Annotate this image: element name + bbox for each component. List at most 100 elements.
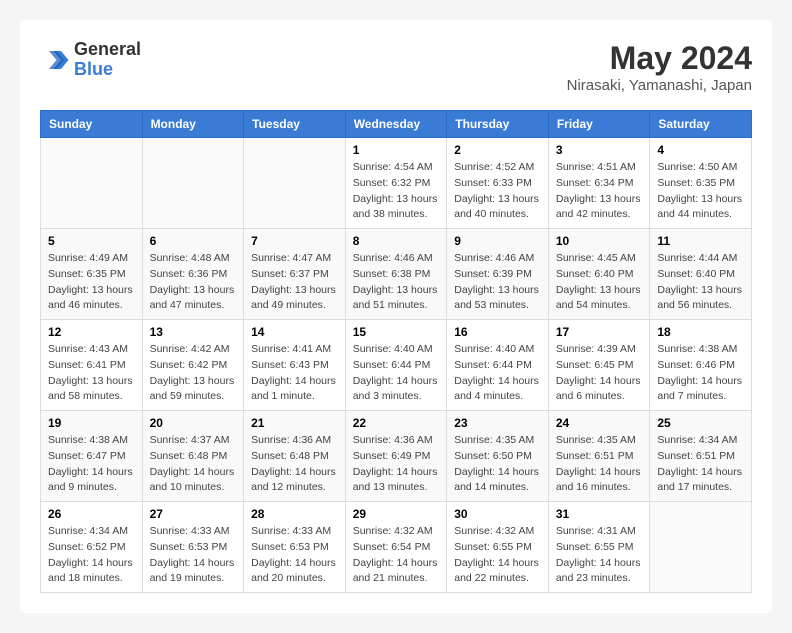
day-number: 5: [48, 234, 135, 248]
day-info: Sunrise: 4:38 AM Sunset: 6:46 PM Dayligh…: [657, 342, 744, 405]
month-title: May 2024: [567, 40, 752, 77]
calendar-cell: 12 Sunrise: 4:43 AM Sunset: 6:41 PM Dayli…: [41, 320, 143, 411]
day-number: 7: [251, 234, 338, 248]
logo-icon: [40, 45, 70, 75]
day-info: Sunrise: 4:35 AM Sunset: 6:50 PM Dayligh…: [454, 433, 541, 496]
day-number: 16: [454, 325, 541, 339]
calendar-cell: [142, 138, 244, 229]
week-row-1: 1Sunrise: 4:54 AM Sunset: 6:32 PM Daylig…: [41, 138, 752, 229]
day-info: Sunrise: 4:33 AM Sunset: 6:53 PM Dayligh…: [150, 524, 237, 587]
weekday-header-row: SundayMondayTuesdayWednesdayThursdayFrid…: [41, 111, 752, 138]
day-number: 19: [48, 416, 135, 430]
calendar-cell: 28 Sunrise: 4:33 AM Sunset: 6:53 PM Dayli…: [244, 502, 346, 593]
calendar-cell: 22 Sunrise: 4:36 AM Sunset: 6:49 PM Dayli…: [345, 411, 447, 502]
logo: General Blue: [40, 40, 141, 80]
logo-text: General Blue: [74, 40, 141, 80]
calendar-cell: 25 Sunrise: 4:34 AM Sunset: 6:51 PM Dayli…: [650, 411, 752, 502]
day-info: Sunrise: 4:36 AM Sunset: 6:49 PM Dayligh…: [353, 433, 440, 496]
day-info: Sunrise: 4:45 AM Sunset: 6:40 PM Dayligh…: [556, 251, 643, 314]
day-number: 20: [150, 416, 237, 430]
day-info: Sunrise: 4:32 AM Sunset: 6:55 PM Dayligh…: [454, 524, 541, 587]
calendar-cell: 2Sunrise: 4:52 AM Sunset: 6:33 PM Daylig…: [447, 138, 549, 229]
day-number: 8: [353, 234, 440, 248]
day-number: 11: [657, 234, 744, 248]
day-info: Sunrise: 4:40 AM Sunset: 6:44 PM Dayligh…: [353, 342, 440, 405]
day-info: Sunrise: 4:51 AM Sunset: 6:34 PM Dayligh…: [556, 160, 643, 223]
day-number: 13: [150, 325, 237, 339]
weekday-header-friday: Friday: [548, 111, 650, 138]
weekday-header-thursday: Thursday: [447, 111, 549, 138]
day-info: Sunrise: 4:36 AM Sunset: 6:48 PM Dayligh…: [251, 433, 338, 496]
logo-general: General: [74, 40, 141, 60]
calendar-cell: 18 Sunrise: 4:38 AM Sunset: 6:46 PM Dayli…: [650, 320, 752, 411]
day-info: Sunrise: 4:47 AM Sunset: 6:37 PM Dayligh…: [251, 251, 338, 314]
day-info: Sunrise: 4:34 AM Sunset: 6:51 PM Dayligh…: [657, 433, 744, 496]
day-number: 3: [556, 143, 643, 157]
day-number: 26: [48, 507, 135, 521]
day-number: 29: [353, 507, 440, 521]
calendar-cell: 26 Sunrise: 4:34 AM Sunset: 6:52 PM Dayli…: [41, 502, 143, 593]
day-number: 4: [657, 143, 744, 157]
calendar-cell: 6Sunrise: 4:48 AM Sunset: 6:36 PM Daylig…: [142, 229, 244, 320]
calendar-cell: 5 Sunrise: 4:49 AM Sunset: 6:35 PM Daylig…: [41, 229, 143, 320]
calendar-cell: 31Sunrise: 4:31 AM Sunset: 6:55 PM Dayli…: [548, 502, 650, 593]
weekday-header-wednesday: Wednesday: [345, 111, 447, 138]
day-info: Sunrise: 4:39 AM Sunset: 6:45 PM Dayligh…: [556, 342, 643, 405]
day-info: Sunrise: 4:42 AM Sunset: 6:42 PM Dayligh…: [150, 342, 237, 405]
day-info: Sunrise: 4:40 AM Sunset: 6:44 PM Dayligh…: [454, 342, 541, 405]
day-number: 10: [556, 234, 643, 248]
calendar-cell: 11 Sunrise: 4:44 AM Sunset: 6:40 PM Dayli…: [650, 229, 752, 320]
calendar-cell: [650, 502, 752, 593]
calendar-cell: 3 Sunrise: 4:51 AM Sunset: 6:34 PM Daylig…: [548, 138, 650, 229]
day-number: 12: [48, 325, 135, 339]
calendar-cell: 13 Sunrise: 4:42 AM Sunset: 6:42 PM Dayli…: [142, 320, 244, 411]
day-number: 30: [454, 507, 541, 521]
week-row-2: 5 Sunrise: 4:49 AM Sunset: 6:35 PM Daylig…: [41, 229, 752, 320]
calendar-table: SundayMondayTuesdayWednesdayThursdayFrid…: [40, 110, 752, 593]
day-info: Sunrise: 4:34 AM Sunset: 6:52 PM Dayligh…: [48, 524, 135, 587]
calendar-cell: 16 Sunrise: 4:40 AM Sunset: 6:44 PM Dayli…: [447, 320, 549, 411]
day-number: 9: [454, 234, 541, 248]
day-info: Sunrise: 4:37 AM Sunset: 6:48 PM Dayligh…: [150, 433, 237, 496]
day-number: 23: [454, 416, 541, 430]
calendar-cell: 10 Sunrise: 4:45 AM Sunset: 6:40 PM Dayli…: [548, 229, 650, 320]
day-number: 22: [353, 416, 440, 430]
day-info: Sunrise: 4:41 AM Sunset: 6:43 PM Dayligh…: [251, 342, 338, 405]
calendar-cell: 1Sunrise: 4:54 AM Sunset: 6:32 PM Daylig…: [345, 138, 447, 229]
day-info: Sunrise: 4:33 AM Sunset: 6:53 PM Dayligh…: [251, 524, 338, 587]
calendar-cell: 14 Sunrise: 4:41 AM Sunset: 6:43 PM Dayli…: [244, 320, 346, 411]
calendar-cell: [244, 138, 346, 229]
day-number: 24: [556, 416, 643, 430]
week-row-4: 19 Sunrise: 4:38 AM Sunset: 6:47 PM Dayli…: [41, 411, 752, 502]
day-info: Sunrise: 4:32 AM Sunset: 6:54 PM Dayligh…: [353, 524, 440, 587]
day-info: Sunrise: 4:35 AM Sunset: 6:51 PM Dayligh…: [556, 433, 643, 496]
calendar-cell: 20 Sunrise: 4:37 AM Sunset: 6:48 PM Dayli…: [142, 411, 244, 502]
day-info: Sunrise: 4:44 AM Sunset: 6:40 PM Dayligh…: [657, 251, 744, 314]
day-info: Sunrise: 4:38 AM Sunset: 6:47 PM Dayligh…: [48, 433, 135, 496]
location: Nirasaki, Yamanashi, Japan: [567, 77, 752, 94]
day-number: 18: [657, 325, 744, 339]
calendar-cell: 30 Sunrise: 4:32 AM Sunset: 6:55 PM Dayli…: [447, 502, 549, 593]
day-number: 28: [251, 507, 338, 521]
day-number: 27: [150, 507, 237, 521]
week-row-5: 26 Sunrise: 4:34 AM Sunset: 6:52 PM Dayli…: [41, 502, 752, 593]
calendar-cell: 15 Sunrise: 4:40 AM Sunset: 6:44 PM Dayli…: [345, 320, 447, 411]
weekday-header-saturday: Saturday: [650, 111, 752, 138]
calendar-cell: 24 Sunrise: 4:35 AM Sunset: 6:51 PM Dayli…: [548, 411, 650, 502]
calendar-cell: 4Sunrise: 4:50 AM Sunset: 6:35 PM Daylig…: [650, 138, 752, 229]
calendar-cell: 29 Sunrise: 4:32 AM Sunset: 6:54 PM Dayli…: [345, 502, 447, 593]
day-info: Sunrise: 4:46 AM Sunset: 6:39 PM Dayligh…: [454, 251, 541, 314]
day-number: 15: [353, 325, 440, 339]
calendar-cell: 19 Sunrise: 4:38 AM Sunset: 6:47 PM Dayli…: [41, 411, 143, 502]
day-number: 21: [251, 416, 338, 430]
day-number: 6: [150, 234, 237, 248]
day-info: Sunrise: 4:49 AM Sunset: 6:35 PM Dayligh…: [48, 251, 135, 314]
calendar-cell: [41, 138, 143, 229]
day-info: Sunrise: 4:43 AM Sunset: 6:41 PM Dayligh…: [48, 342, 135, 405]
day-number: 31: [556, 507, 643, 521]
day-number: 14: [251, 325, 338, 339]
day-number: 25: [657, 416, 744, 430]
week-row-3: 12 Sunrise: 4:43 AM Sunset: 6:41 PM Dayli…: [41, 320, 752, 411]
day-info: Sunrise: 4:46 AM Sunset: 6:38 PM Dayligh…: [353, 251, 440, 314]
calendar-cell: 21 Sunrise: 4:36 AM Sunset: 6:48 PM Dayli…: [244, 411, 346, 502]
